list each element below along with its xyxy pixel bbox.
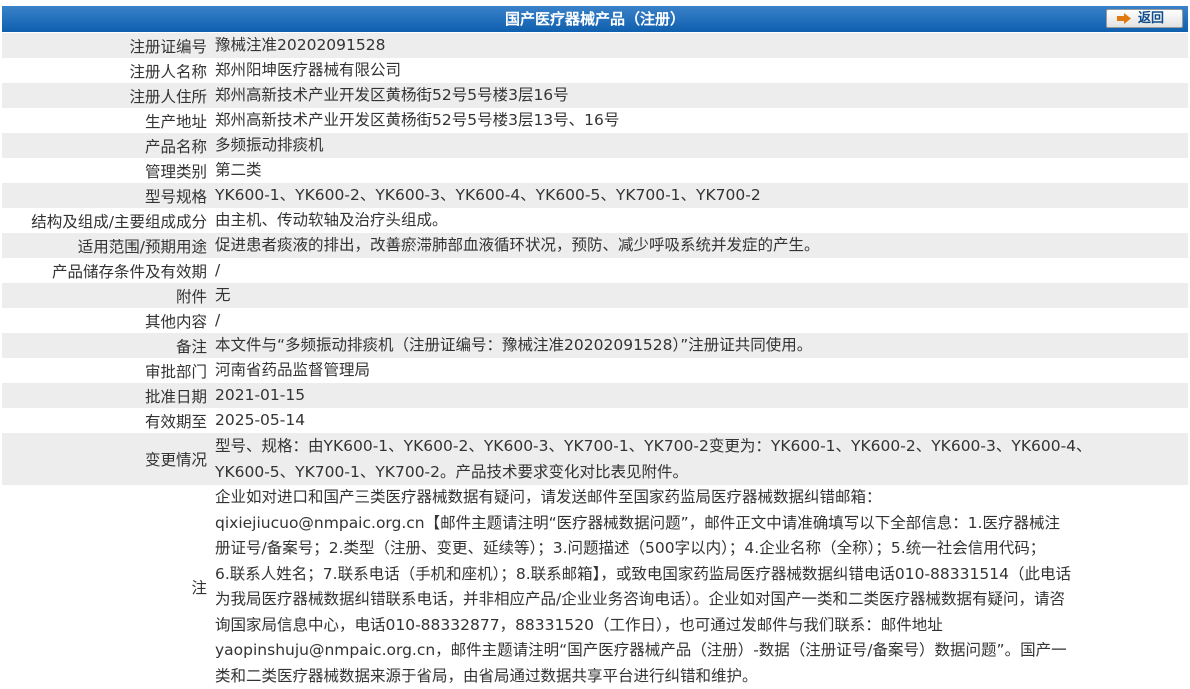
- table-row: 生产地址 郑州高新技术产业开发区黄杨街52号5号楼3层13号、16号: [2, 108, 1188, 133]
- note-line: 企业如对进口和国产三类医疗器械数据有疑问，请发送邮件至国家药监局医疗器械数据纠错…: [215, 485, 1188, 511]
- row-value: 由主机、传动软轴及治疗头组成。: [209, 208, 1188, 233]
- note-label: 注: [2, 485, 209, 689]
- row-value: 促进患者痰液的排出，改善瘀滞肺部血液循环状况，预防、减少呼吸系统并发症的产生。: [209, 233, 1188, 258]
- row-value: 豫械注准20202091528: [209, 33, 1188, 58]
- row-label: 批准日期: [2, 383, 209, 408]
- info-table: 注册证编号 豫械注准20202091528 注册人名称 郑州阳坤医疗器械有限公司…: [2, 33, 1188, 689]
- row-label: 有效期至: [2, 408, 209, 433]
- row-value: /: [209, 258, 1188, 283]
- table-row: 其他内容 /: [2, 308, 1188, 333]
- row-label: 审批部门: [2, 358, 209, 383]
- row-label: 注册人住所: [2, 83, 209, 108]
- row-label: 结构及组成/主要组成成分: [2, 208, 209, 233]
- row-value: 郑州高新技术产业开发区黄杨街52号5号楼3层16号: [209, 83, 1188, 108]
- table-row: 批准日期 2021-01-15: [2, 383, 1188, 408]
- note-line: 为我局医疗器械数据纠错联系电话，并非相应产品/企业业务咨询电话）。企业如对国产一…: [215, 587, 1188, 613]
- row-label: 附件: [2, 283, 209, 308]
- row-label: 产品名称: [2, 133, 209, 158]
- row-value: 2021-01-15: [209, 383, 1188, 408]
- row-label: 注册人名称: [2, 58, 209, 83]
- page: 国产医疗器械产品（注册） 返回 注册证编号 豫械注准20202091528 注册…: [0, 0, 1190, 683]
- table-row: 适用范围/预期用途 促进患者痰液的排出，改善瘀滞肺部血液循环状况，预防、减少呼吸…: [2, 233, 1188, 258]
- table-row: 注册人住所 郑州高新技术产业开发区黄杨街52号5号楼3层16号: [2, 83, 1188, 108]
- note-value: 企业如对进口和国产三类医疗器械数据有疑问，请发送邮件至国家药监局医疗器械数据纠错…: [209, 485, 1188, 689]
- row-label: 产品储存条件及有效期: [2, 258, 209, 283]
- table-row: 注册人名称 郑州阳坤医疗器械有限公司: [2, 58, 1188, 83]
- table-row: 附件 无: [2, 283, 1188, 308]
- table-row: 产品名称 多频振动排痰机: [2, 133, 1188, 158]
- table-row: 产品储存条件及有效期 /: [2, 258, 1188, 283]
- table-row: 有效期至 2025-05-14: [2, 408, 1188, 433]
- row-label: 生产地址: [2, 108, 209, 133]
- note-line: 册证号/备案号；2.类型（注册、变更、延续等）；3.问题描述（500字以内）；4…: [215, 536, 1188, 562]
- table-row: 备注 本文件与“多频振动排痰机（注册证编号：豫械注准20202091528）”注…: [2, 333, 1188, 358]
- row-label: 备注: [2, 333, 209, 358]
- note-line: qixiejiucuo@nmpaic.org.cn【邮件主题请注明“医疗器械数据…: [215, 511, 1188, 537]
- row-value: YK600-1、YK600-2、YK600-3、YK600-4、YK600-5、…: [209, 183, 1188, 208]
- row-value: /: [209, 308, 1188, 333]
- change-line: YK600-5、YK700-1、YK700-2。产品技术要求变化对比表见附件。: [215, 459, 1188, 485]
- change-row: 变更情况 型号、规格：由YK600-1、YK600-2、YK600-3、YK70…: [2, 433, 1188, 485]
- note-line: 询国家局信息中心，电话010-88332877，88331520（工作日），也可…: [215, 613, 1188, 639]
- row-label: 适用范围/预期用途: [2, 233, 209, 258]
- back-button-label: 返回: [1138, 10, 1164, 27]
- page-header: 国产医疗器械产品（注册） 返回: [2, 6, 1188, 32]
- row-label: 型号规格: [2, 183, 209, 208]
- row-value: 河南省药品监督管理局: [209, 358, 1188, 383]
- table-row: 管理类别 第二类: [2, 158, 1188, 183]
- row-value: 2025-05-14: [209, 408, 1188, 433]
- table-row: 结构及组成/主要组成成分 由主机、传动软轴及治疗头组成。: [2, 208, 1188, 233]
- change-label: 变更情况: [2, 433, 209, 485]
- back-button[interactable]: 返回: [1106, 9, 1183, 28]
- note-row: 注 企业如对进口和国产三类医疗器械数据有疑问，请发送邮件至国家药监局医疗器械数据…: [2, 485, 1188, 689]
- row-value: 多频振动排痰机: [209, 133, 1188, 158]
- note-line: yaopinshuju@nmpaic.org.cn，邮件主题请注明“国产医疗器械…: [215, 638, 1188, 664]
- page-title: 国产医疗器械产品（注册）: [505, 10, 685, 28]
- change-line: 型号、规格：由YK600-1、YK600-2、YK600-3、YK700-1、Y…: [215, 433, 1188, 459]
- note-line: 类和二类医疗器械数据来源于省局，由省局通过数据共享平台进行纠错和维护。: [215, 664, 1188, 689]
- row-value: 郑州阳坤医疗器械有限公司: [209, 58, 1188, 83]
- row-label: 其他内容: [2, 308, 209, 333]
- table-row: 审批部门 河南省药品监督管理局: [2, 358, 1188, 383]
- note-line: 6.联系人姓名；7.联系电话（手机和座机）；8.联系邮箱】，或致电国家药监局医疗…: [215, 562, 1188, 588]
- row-value: 郑州高新技术产业开发区黄杨街52号5号楼3层13号、16号: [209, 108, 1188, 133]
- change-value: 型号、规格：由YK600-1、YK600-2、YK600-3、YK700-1、Y…: [209, 433, 1188, 485]
- row-label: 注册证编号: [2, 33, 209, 58]
- row-label: 管理类别: [2, 158, 209, 183]
- table-row: 注册证编号 豫械注准20202091528: [2, 33, 1188, 58]
- row-value: 无: [209, 283, 1188, 308]
- row-value: 第二类: [209, 158, 1188, 183]
- arrow-right-icon: [1117, 13, 1131, 24]
- row-value: 本文件与“多频振动排痰机（注册证编号：豫械注准20202091528）”注册证共…: [209, 333, 1188, 358]
- table-row: 型号规格 YK600-1、YK600-2、YK600-3、YK600-4、YK6…: [2, 183, 1188, 208]
